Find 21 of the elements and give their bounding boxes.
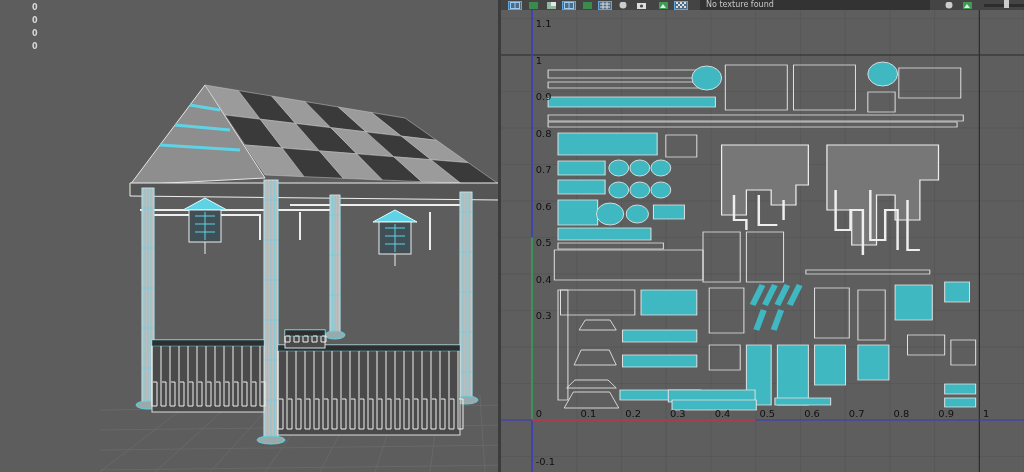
toolbar-button[interactable] <box>634 1 648 10</box>
toolbar-button[interactable] <box>674 1 688 10</box>
image-icon <box>962 2 972 9</box>
toolbar-button[interactable] <box>960 1 974 10</box>
toolbar-button[interactable] <box>544 1 558 10</box>
checker-icon <box>676 2 686 9</box>
image-icon <box>658 2 668 9</box>
toolbar-button[interactable] <box>656 1 670 10</box>
panel-layout-icon <box>564 2 574 9</box>
texture-field[interactable]: No texture found <box>700 0 930 10</box>
hud-value: 0 <box>32 16 38 26</box>
shaded-square-icon <box>582 2 592 9</box>
corner-square-icon <box>546 2 556 9</box>
hud-value: 0 <box>32 42 38 52</box>
hud-value: 0 <box>32 29 38 39</box>
camera-icon <box>636 2 646 9</box>
panel-layout-icon <box>510 2 520 9</box>
slider-thumb[interactable] <box>1004 0 1009 8</box>
shaded-square-icon <box>528 2 538 9</box>
grid-icon <box>600 2 610 9</box>
hud-value: 0 <box>32 3 38 13</box>
